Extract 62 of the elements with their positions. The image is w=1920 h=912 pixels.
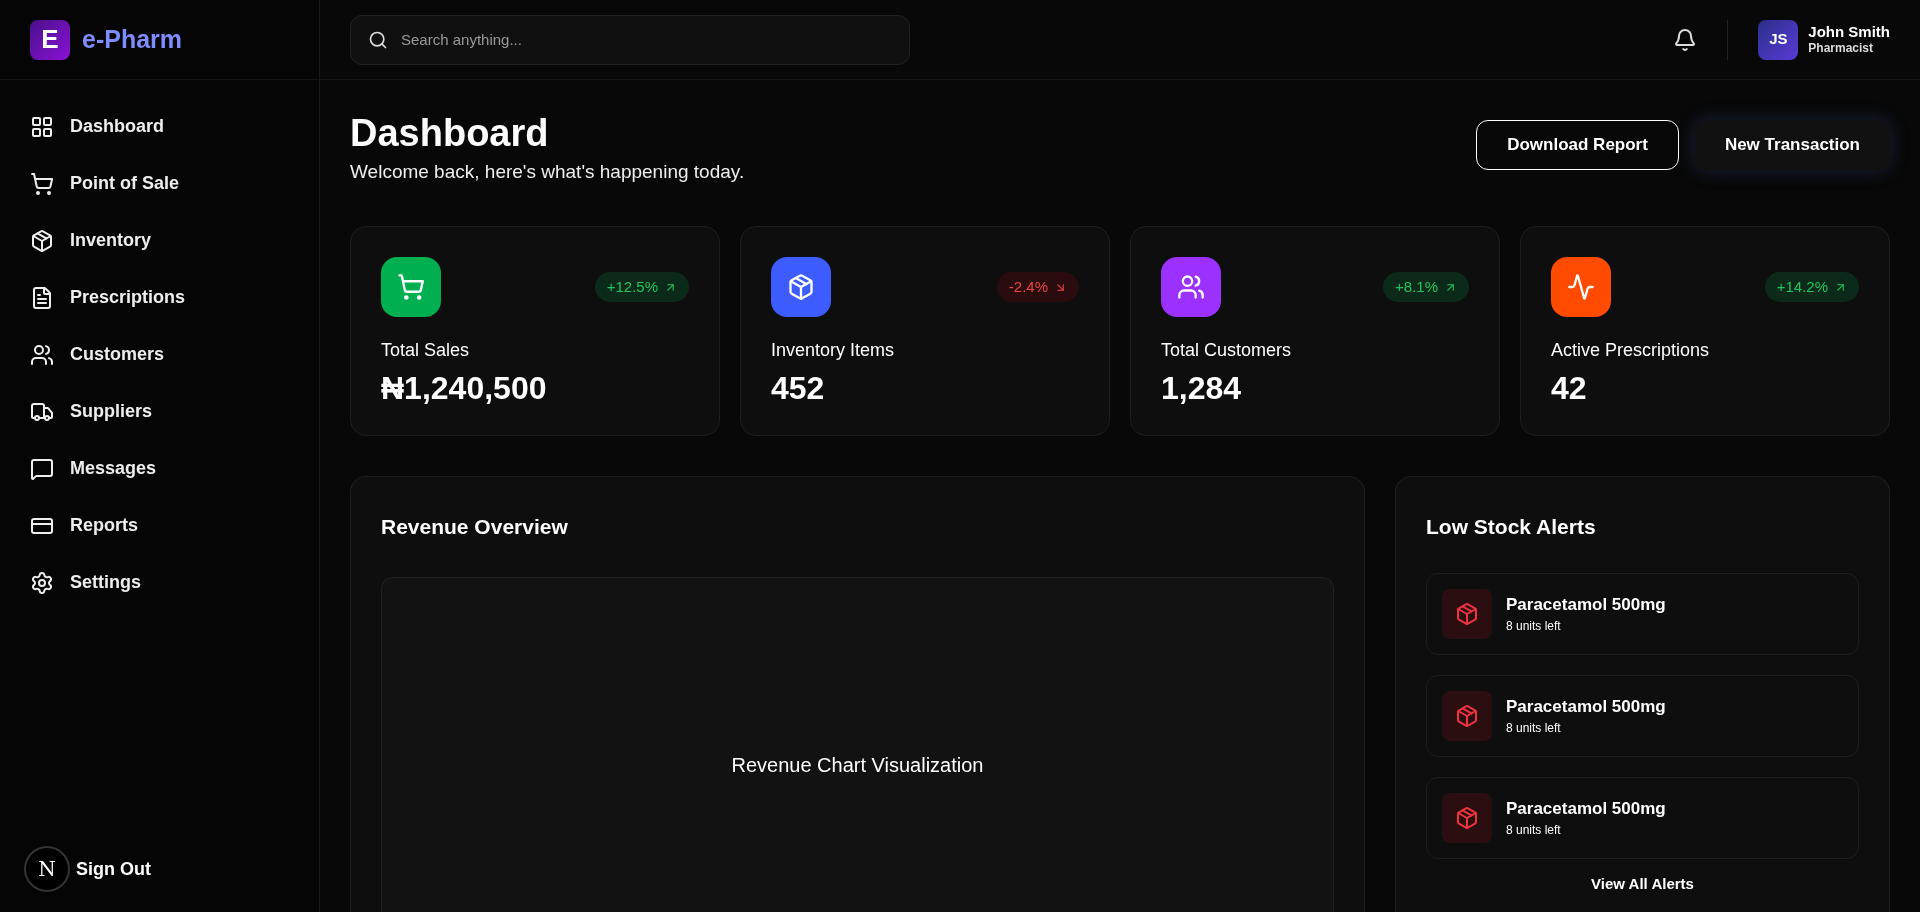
download-button[interactable]: Download Report [1476,120,1679,170]
sidebar-item[interactable]: Point of Sale [30,155,289,212]
sidebar-item[interactable]: Messages [30,440,289,497]
pulse-icon [1567,273,1595,301]
trend-badge: -2.4% [996,272,1079,302]
box-icon [787,273,815,301]
panel-title: Low Stock Alerts [1426,514,1597,540]
search-icon [368,29,388,50]
logo-badge: E [30,19,70,60]
box-icon [30,228,54,253]
document-icon [30,285,54,310]
sidebar-item[interactable]: Customers [30,326,289,383]
box-icon [1455,601,1479,626]
search-field[interactable]: Search anything... [350,14,910,65]
cart-icon [397,273,425,301]
dashboard-icon [30,114,54,139]
users-icon [1177,273,1205,301]
page-subtitle: Welcome back, here's what's happening today. [350,159,745,184]
view-all-link[interactable]: View All Alerts [1591,872,1694,895]
box-icon [1455,703,1479,728]
cart-icon [30,171,54,196]
alert-item[interactable]: Paracetamol 500mg 8 units left [1426,674,1859,757]
alert-item[interactable]: Paracetamol 500mg 8 units left [1426,776,1859,859]
page-title: Dashboard [350,111,550,156]
sidebar-item[interactable]: Settings [30,554,289,611]
new-transaction-button[interactable]: New Transaction [1694,120,1890,170]
dev-badge[interactable]: N [24,846,70,892]
trend-badge: +12.5% [594,272,689,302]
stat-label: Total Sales [381,339,471,362]
sidebar-item[interactable]: Dashboard [30,98,289,155]
stat-value: 452 [771,369,826,408]
users-icon [30,342,54,367]
stat-value: 1,284 [1161,369,1243,408]
alert-detail: 8 units left [1506,618,1562,636]
notification-icon[interactable] [1673,27,1698,52]
sidebar-item[interactable]: Prescriptions [30,269,289,326]
alert-item[interactable]: Paracetamol 500mg 8 units left [1426,572,1859,655]
stat-value: ₦1,240,500 [381,369,548,408]
alert-detail: 8 units left [1506,720,1562,738]
alert-detail: 8 units left [1506,822,1562,840]
chat-icon [30,456,54,481]
user-name: John Smith [1808,22,1890,42]
sidebar-item[interactable]: Reports [30,497,289,554]
placeholder-text: Revenue Chart Visualization [731,752,984,778]
stat-label: Inventory Items [771,339,896,362]
trend-badge: +8.1% [1383,272,1469,302]
alert-name: Paracetamol 500mg [1506,797,1666,820]
alert-name: Paracetamol 500mg [1506,593,1666,616]
stat-value: 42 [1551,369,1588,408]
user-avatar[interactable]: JS [1758,19,1799,60]
box-icon [1455,805,1479,830]
alert-name: Paracetamol 500mg [1506,695,1666,718]
stat-label: Active Prescriptions [1551,339,1711,362]
sign-out-button[interactable]: Sign Out [76,855,151,883]
stat-label: Total Customers [1161,339,1293,362]
trend-badge: +14.2% [1764,272,1859,302]
settings-icon [30,570,54,595]
panel-title: Revenue Overview [381,514,569,540]
user-role: Pharmacist [1808,41,1875,57]
brand-name: e-Pharm [82,23,183,55]
sidebar-item[interactable]: Suppliers [30,383,289,440]
sidebar-item[interactable]: Inventory [30,212,289,269]
